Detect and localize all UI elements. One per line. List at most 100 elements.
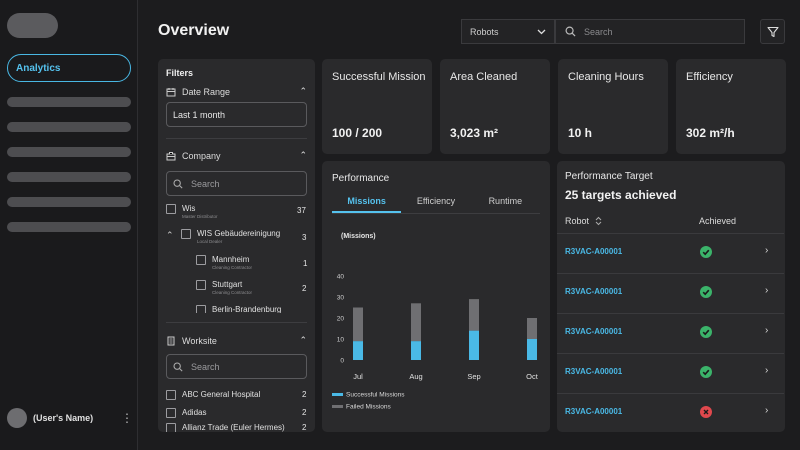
check-circle-icon — [700, 366, 712, 378]
chevron-up-icon[interactable]: ⌃ — [299, 150, 307, 161]
check-circle-icon — [700, 326, 712, 338]
worksite-item[interactable]: Adidas 2 — [166, 408, 307, 418]
chevron-up-icon[interactable]: ⌃ — [166, 230, 176, 241]
date-range-select[interactable]: Last 1 month — [166, 102, 307, 127]
chevron-right-icon[interactable]: › — [765, 365, 768, 376]
x-tick-label: Sep — [467, 372, 480, 381]
search-placeholder: Search — [584, 26, 613, 37]
worksite-label: Worksite — [182, 335, 217, 346]
company-section-header[interactable]: Company ⌃ — [166, 150, 307, 161]
company-item[interactable]: Berlin-Brandenburg — [196, 305, 307, 313]
more-options-icon[interactable]: ⋮ — [121, 411, 133, 425]
checkbox[interactable] — [196, 255, 206, 265]
robot-id-link[interactable]: R3VAC-A00001 — [565, 247, 622, 256]
robots-select[interactable]: Robots — [461, 19, 555, 44]
company-type: Master Distributor — [182, 214, 218, 219]
sidebar-item-placeholder[interactable] — [7, 197, 131, 207]
kpi-title: Successful Mission — [332, 71, 426, 83]
checkbox[interactable] — [166, 390, 176, 400]
company-count: 3 — [302, 233, 307, 242]
robot-id-link[interactable]: R3VAC-A00001 — [565, 327, 622, 336]
robot-id-link[interactable]: R3VAC-A00001 — [565, 407, 622, 416]
worksite-section-header[interactable]: Worksite ⌃ — [166, 335, 307, 346]
performance-card: Performance Missions Efficiency Runtime … — [322, 161, 550, 432]
sidebar-item-placeholder[interactable] — [7, 97, 131, 107]
bar-failed-missions — [411, 303, 421, 342]
sidebar-item-placeholder[interactable] — [7, 147, 131, 157]
date-range-section-header[interactable]: Date Range ⌃ — [166, 86, 307, 97]
kpi-title: Cleaning Hours — [568, 71, 644, 83]
chevron-right-icon[interactable]: › — [765, 285, 768, 296]
company-name: Mannheim — [212, 255, 250, 264]
chevron-up-icon[interactable]: ⌃ — [299, 86, 307, 97]
column-header-achieved: Achieved — [699, 216, 737, 226]
table-row[interactable]: R3VAC-A00001 › — [557, 273, 784, 313]
checkbox[interactable] — [166, 423, 176, 432]
filter-button[interactable] — [760, 19, 785, 44]
sidebar-item-placeholder[interactable] — [7, 222, 131, 232]
kpi-card-efficiency: Efficiency 302 m²/h — [676, 59, 786, 154]
kpi-card-successful-mission: Successful Mission 100 / 200 — [322, 59, 432, 154]
company-label: Company — [182, 150, 221, 161]
check-circle-icon — [700, 286, 712, 298]
performance-target-title: Performance Target — [565, 171, 653, 182]
filters-title: Filters — [166, 68, 194, 78]
sidebar-item-analytics[interactable]: Analytics — [7, 54, 131, 82]
sidebar-item-placeholder[interactable] — [7, 122, 131, 132]
column-header-robot[interactable]: Robot — [565, 216, 602, 226]
worksite-name: Allianz Trade (Euler Hermes) — [182, 423, 285, 432]
chevron-right-icon[interactable]: › — [765, 405, 768, 416]
table-row[interactable]: R3VAC-A00001 › — [557, 353, 784, 393]
chevron-right-icon[interactable]: › — [765, 245, 768, 256]
robot-id-link[interactable]: R3VAC-A00001 — [565, 287, 622, 296]
checkbox[interactable] — [181, 229, 191, 239]
search-icon — [173, 361, 183, 372]
worksite-item[interactable]: Allianz Trade (Euler Hermes) 2 — [166, 423, 307, 432]
company-count: 37 — [297, 206, 306, 215]
checkbox[interactable] — [196, 305, 206, 313]
sidebar-item-placeholder[interactable] — [7, 172, 131, 182]
company-item[interactable]: ⌃ WIS Gebäudereinigung Local Dealer 3 — [166, 229, 307, 244]
kpi-value: 10 h — [568, 126, 593, 140]
search-input[interactable]: Search — [555, 19, 745, 44]
filters-panel: Filters Date Range ⌃ Last 1 month Compan… — [158, 59, 315, 432]
x-circle-icon — [700, 406, 712, 418]
x-tick-label: Oct — [526, 372, 539, 381]
date-range-value: Last 1 month — [173, 109, 226, 120]
date-range-label: Date Range — [182, 86, 231, 97]
column-label: Robot — [565, 216, 590, 226]
checkbox[interactable] — [166, 408, 176, 418]
kpi-value: 3,023 m² — [450, 126, 499, 140]
company-search-placeholder: Search — [191, 178, 220, 189]
legend-label: Successful Missions — [346, 392, 405, 399]
table-row[interactable]: R3VAC-A00001 › — [557, 393, 784, 432]
company-item[interactable]: Stuttgart Cleaning Contractor 2 — [196, 280, 307, 295]
filter-icon — [766, 26, 779, 37]
legend-swatch — [332, 393, 343, 396]
x-tick-label: Jul — [353, 372, 363, 381]
company-type: Cleaning Contractor — [212, 265, 253, 270]
chevron-up-icon[interactable]: ⌃ — [299, 335, 307, 346]
user-profile[interactable]: (User's Name) ⋮ — [7, 408, 133, 428]
avatar[interactable] — [7, 408, 27, 428]
chevron-right-icon[interactable]: › — [765, 325, 768, 336]
worksite-item[interactable]: ABC General Hospital 2 — [166, 390, 307, 400]
table-row[interactable]: R3VAC-A00001 › — [557, 313, 784, 353]
worksite-search-input[interactable]: Search — [166, 354, 307, 379]
company-item[interactable]: Mannheim Cleaning Contractor 1 — [196, 255, 307, 270]
y-tick-label: 0 — [340, 358, 344, 365]
y-tick-label: 10 — [337, 337, 345, 344]
company-name: WIS Gebäudereinigung — [197, 229, 281, 238]
company-search-input[interactable]: Search — [166, 171, 307, 196]
chevron-down-icon — [537, 29, 546, 34]
company-item[interactable]: Wis Master Distributor 37 — [166, 204, 307, 219]
table-row[interactable]: R3VAC-A00001 › — [557, 233, 784, 273]
checkbox[interactable] — [166, 204, 176, 214]
checkbox[interactable] — [196, 280, 206, 290]
sort-icon[interactable] — [595, 216, 602, 226]
company-type: Local Dealer — [197, 239, 223, 244]
missions-bar-chart: 0 10 20 30 40 Jul Aug Sep Oct Successful Missions… — [332, 274, 539, 411]
company-type: Cleaning Contractor — [212, 290, 253, 295]
robot-id-link[interactable]: R3VAC-A00001 — [565, 367, 622, 376]
kpi-title: Efficiency — [686, 71, 733, 83]
